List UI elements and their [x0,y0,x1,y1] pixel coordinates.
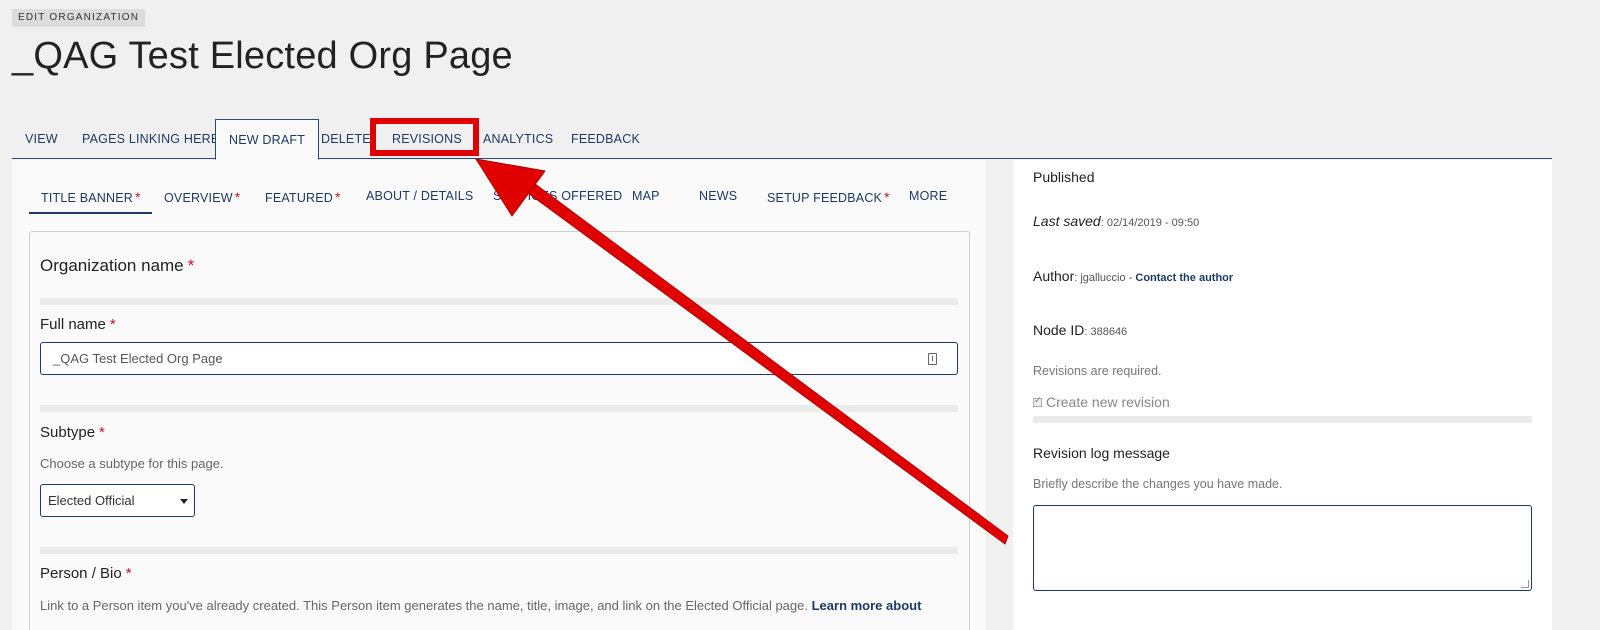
annotation-arrow [474,158,1009,545]
arrow-shaft [523,180,1009,545]
